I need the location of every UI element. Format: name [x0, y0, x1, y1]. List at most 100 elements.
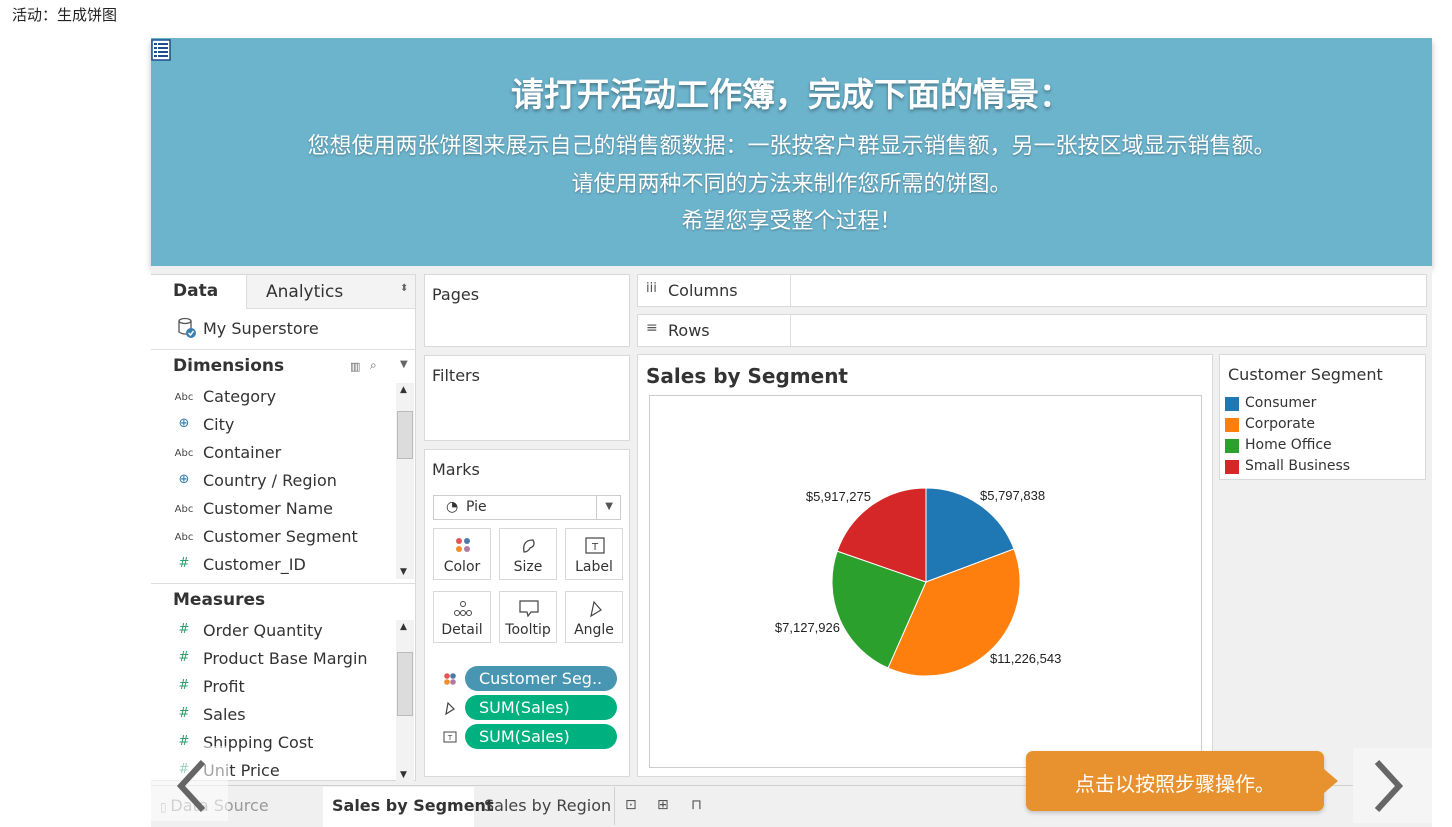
tab-data[interactable]: Data: [151, 275, 246, 309]
datasource-name[interactable]: My Superstore: [203, 319, 319, 338]
angle-button[interactable]: Angle: [565, 591, 623, 643]
pane-menu-icon[interactable]: ⬍: [400, 283, 408, 294]
new-dashboard-icon[interactable]: ⊞: [657, 797, 669, 813]
callout-bubble[interactable]: 点击以按照步骤操作。: [1026, 751, 1338, 811]
string-type-icon: Abc: [174, 532, 194, 543]
new-story-icon[interactable]: ⊓: [691, 797, 702, 813]
angle-icon: [590, 600, 602, 618]
data-pane: Data Analytics ⬍ My Superstore Dimension…: [151, 274, 416, 782]
detail-icon: [454, 601, 472, 616]
pages-label: Pages: [432, 285, 480, 304]
banner-heading: 请打开活动工作簿，完成下面的情景：: [511, 75, 1072, 114]
detail-label: Detail: [441, 622, 483, 638]
dimension-field[interactable]: Customer Name: [203, 499, 333, 518]
measures-scrollbar[interactable]: ▲ ▼: [396, 620, 414, 782]
filters-shelf[interactable]: Filters: [424, 355, 630, 441]
tab-analytics-label: Analytics: [266, 282, 344, 302]
chevron-left-icon: [176, 759, 206, 813]
view-list-icon[interactable]: ▥: [350, 360, 360, 373]
sheet-tab-label: Sales by Region: [484, 796, 612, 815]
legend-swatch[interactable]: [1225, 397, 1239, 411]
measure-field[interactable]: Sales: [203, 705, 246, 724]
datasource-icon: [178, 317, 196, 338]
number-type-icon: #: [178, 556, 190, 571]
color-button[interactable]: Color: [433, 528, 491, 580]
tab-sales-by-region[interactable]: Sales by Region: [484, 787, 611, 827]
pill-sum-sales-angle[interactable]: SUM(Sales): [465, 695, 617, 720]
legend-item-label[interactable]: Corporate: [1245, 416, 1315, 432]
previous-button[interactable]: [151, 746, 228, 821]
tooltip-button[interactable]: Tooltip: [499, 591, 557, 643]
detail-button[interactable]: Detail: [433, 591, 491, 643]
pie-data-label: $7,127,926: [775, 620, 840, 635]
dimension-field[interactable]: Customer_ID: [203, 555, 306, 574]
chevron-down-icon: ▼: [605, 501, 613, 512]
number-type-icon: #: [178, 706, 190, 721]
dimensions-scrollbar[interactable]: ▲ ▼: [396, 383, 414, 579]
legend-swatch[interactable]: [1225, 439, 1239, 453]
string-type-icon: Abc: [174, 448, 194, 459]
columns-shelf[interactable]: iii Columns: [637, 274, 1427, 307]
pill-label: SUM(Sales): [479, 698, 570, 717]
search-icon[interactable]: ⌕: [370, 358, 377, 373]
banner-line-2: 请使用两种不同的方法来制作您所需的饼图。: [571, 172, 1012, 197]
rows-shelf[interactable]: ≡ Rows: [637, 314, 1427, 347]
size-label: Size: [513, 559, 543, 575]
filters-label: Filters: [432, 366, 480, 385]
label-button[interactable]: T Label: [565, 528, 623, 580]
pill-customer-segment[interactable]: Customer Seg..: [465, 666, 617, 691]
pie-data-label: $5,797,838: [980, 488, 1045, 503]
legend-swatch[interactable]: [1225, 418, 1239, 432]
dimension-field[interactable]: Country / Region: [203, 471, 337, 490]
tableau-workspace: Data Analytics ⬍ My Superstore Dimension…: [151, 266, 1432, 827]
dimension-field[interactable]: Container: [203, 443, 281, 462]
dimension-field[interactable]: Customer Segment: [203, 527, 358, 546]
view-panel: Sales by Segment $5,797,838 $11,226,543 $7…: [637, 354, 1213, 777]
next-button[interactable]: [1353, 748, 1432, 823]
svg-text:T: T: [591, 542, 599, 553]
dimension-field[interactable]: City: [203, 415, 234, 434]
size-button[interactable]: Size: [499, 528, 557, 580]
pill-label: Customer Seg..: [479, 669, 603, 688]
dimension-field[interactable]: Category: [203, 387, 276, 406]
tooltip-icon: [519, 600, 539, 618]
pie-data-label: $5,917,275: [806, 489, 871, 504]
legend-item-label[interactable]: Home Office: [1245, 437, 1332, 453]
label-icon: T: [585, 537, 605, 554]
chevron-down-icon[interactable]: ▼: [400, 359, 408, 370]
sheet-tab-label: Sales by Segment: [332, 796, 494, 815]
svg-text:T: T: [447, 734, 453, 742]
measure-field[interactable]: Profit: [203, 677, 245, 696]
legend-item-label[interactable]: Small Business: [1245, 458, 1350, 474]
tab-sales-by-segment[interactable]: Sales by Segment: [323, 787, 494, 827]
pie-chart[interactable]: $5,797,838 $11,226,543 $7,127,926 $5,917,27…: [650, 396, 1203, 769]
color-icon: [444, 673, 456, 685]
legend-item-label[interactable]: Consumer: [1245, 395, 1316, 411]
angle-label: Angle: [574, 622, 614, 638]
number-type-icon: #: [178, 622, 190, 637]
angle-icon: [445, 701, 455, 715]
legend-swatch[interactable]: [1225, 460, 1239, 474]
tab-analytics[interactable]: Analytics ⬍: [246, 275, 415, 309]
color-label: Color: [443, 559, 481, 575]
mark-type-value: Pie: [466, 499, 487, 515]
scenario-banner: 请打开活动工作簿，完成下面的情景： 您想使用两张饼图来展示自己的销售额数据：一张…: [151, 38, 1432, 266]
chevron-right-icon: [1374, 759, 1404, 813]
pill-sum-sales-label[interactable]: SUM(Sales): [465, 724, 617, 749]
measure-field[interactable]: Order Quantity: [203, 621, 323, 640]
measure-field[interactable]: Product Base Margin: [203, 649, 368, 668]
new-worksheet-icon[interactable]: ⊡: [625, 797, 637, 813]
menu-icon[interactable]: [151, 39, 171, 61]
pages-shelf[interactable]: Pages: [424, 274, 630, 347]
marks-card: Marks ◔ Pie ▼ Color Size T Label Detail …: [424, 449, 630, 777]
color-legend: Customer Segment Consumer Corporate Home O…: [1219, 354, 1426, 480]
color-icon: [456, 538, 470, 552]
tab-data-label: Data: [173, 281, 219, 301]
columns-icon: iii: [646, 281, 657, 296]
rows-icon: ≡: [646, 320, 658, 336]
label-icon: T: [443, 731, 457, 743]
tooltip-label: Tooltip: [505, 622, 551, 638]
mark-type-select[interactable]: ◔ Pie ▼: [433, 495, 621, 520]
globe-type-icon: ⊕: [178, 472, 190, 487]
dimensions-header: Dimensions: [173, 356, 285, 376]
